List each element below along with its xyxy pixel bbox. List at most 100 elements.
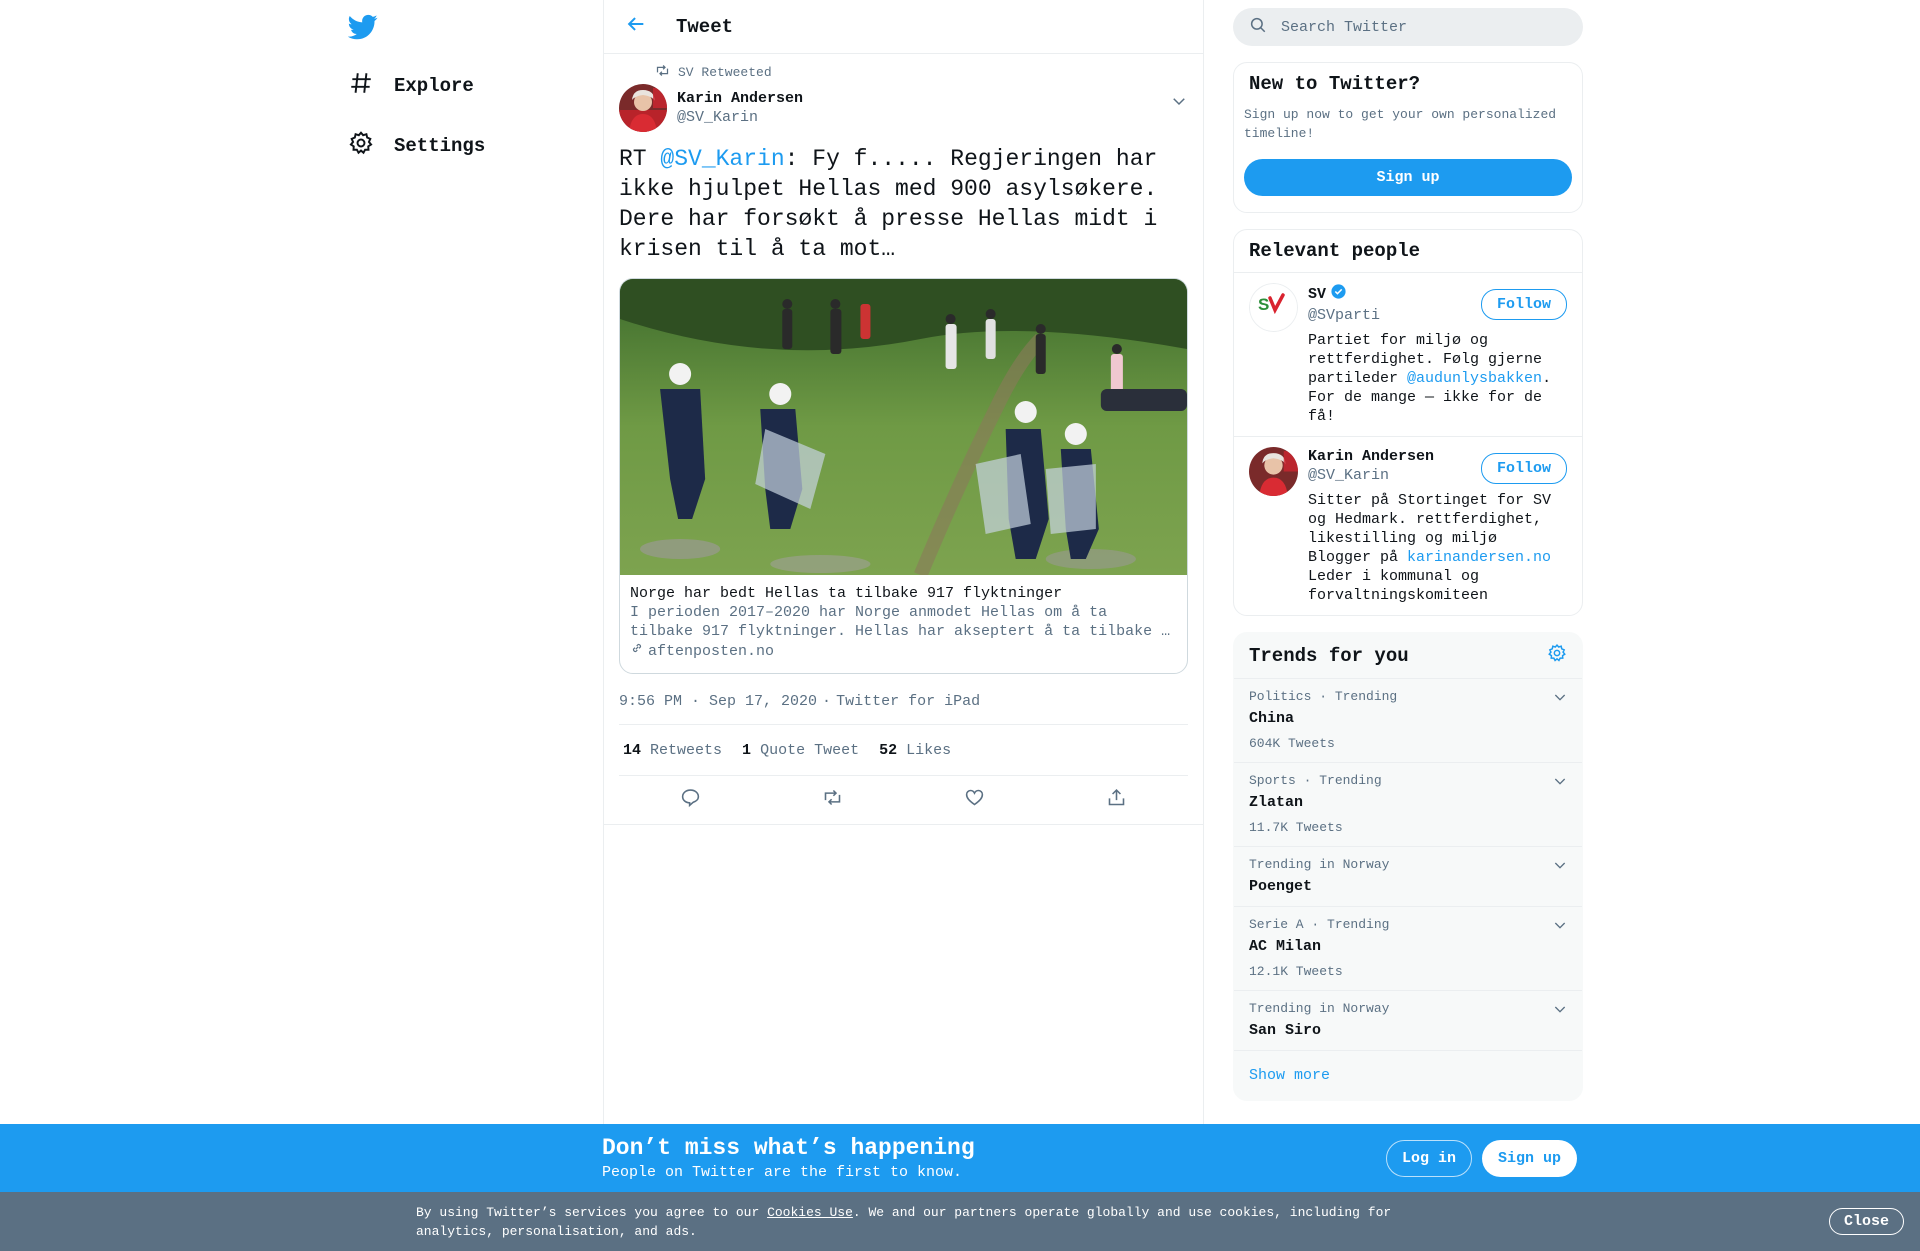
card-domain: aftenposten.no bbox=[648, 642, 775, 660]
chevron-down-icon bbox=[1170, 97, 1188, 115]
cookie-banner: By using Twitter’s services you agree to… bbox=[0, 1192, 1920, 1251]
trend-item[interactable]: Serie A · Trending AC Milan 12.1K Tweets bbox=[1234, 907, 1582, 991]
retweeted-by-label: SV Retweeted bbox=[678, 64, 772, 80]
cookies-use-link[interactable]: Cookies Use bbox=[767, 1205, 853, 1220]
banner-signup-button[interactable]: Sign up bbox=[1482, 1140, 1578, 1177]
retweets-count: 14 bbox=[623, 741, 642, 759]
reply-button[interactable] bbox=[672, 782, 708, 818]
likes-stat[interactable]: 52 Likes bbox=[879, 742, 951, 759]
person-bio: Partiet for miljø og rettferdighet. Følg… bbox=[1308, 331, 1553, 426]
trend-context: Trending in Norway bbox=[1249, 1001, 1390, 1016]
chevron-down-icon[interactable] bbox=[1552, 857, 1568, 878]
trends-title: Trends for you bbox=[1249, 644, 1409, 667]
nav-settings-label: Settings bbox=[394, 135, 486, 157]
reply-icon bbox=[680, 787, 701, 813]
trend-context: Trending in Norway bbox=[1249, 857, 1390, 872]
search-box[interactable] bbox=[1233, 8, 1583, 46]
person-card[interactable]: Karin Andersen @SV_Karin Sitter på Stort… bbox=[1234, 436, 1582, 615]
card-description: I perioden 2017–2020 har Norge anmodet H… bbox=[630, 604, 1171, 640]
tweet-time[interactable]: 9:56 PM · Sep 17, 2020 bbox=[619, 693, 817, 710]
card-image bbox=[620, 279, 1187, 575]
likes-count: 52 bbox=[879, 741, 898, 759]
new-to-twitter-panel: New to Twitter? Sign up now to get your … bbox=[1233, 62, 1583, 213]
trend-count: 604K Tweets bbox=[1249, 736, 1335, 751]
trend-item[interactable]: Politics · Trending China 604K Tweets bbox=[1234, 679, 1582, 763]
trend-item[interactable]: Trending in Norway Poenget bbox=[1234, 847, 1582, 907]
quote-tweets-stat[interactable]: 1 Quote Tweet bbox=[742, 742, 859, 759]
follow-button[interactable]: Follow bbox=[1480, 453, 1567, 484]
tweet-timestamp: 9:56 PM · Sep 17, 2020 · Twitter for iPa… bbox=[619, 688, 1188, 714]
login-button[interactable]: Log in bbox=[1386, 1140, 1473, 1177]
person-card[interactable]: S SV @SVparti Partiet for miljø og rettf… bbox=[1234, 272, 1582, 436]
search-input[interactable] bbox=[1279, 17, 1563, 37]
tweet-mention-link[interactable]: @SV_Karin bbox=[660, 146, 784, 172]
avatar[interactable] bbox=[1249, 447, 1298, 496]
bio-website-link[interactable]: karinandersen.no bbox=[1407, 549, 1551, 566]
relevant-people-title: Relevant people bbox=[1249, 240, 1421, 262]
person-bio-text-end: Leder i kommunal og forvaltningskomiteen bbox=[1308, 568, 1489, 604]
banner-title: Don’t miss what’s happening bbox=[602, 1135, 975, 1161]
chevron-down-icon[interactable] bbox=[1552, 917, 1568, 938]
trend-item[interactable]: Sports · Trending Zlatan 11.7K Tweets bbox=[1234, 763, 1582, 847]
signup-button[interactable]: Sign up bbox=[1244, 159, 1572, 196]
gear-icon bbox=[1547, 643, 1567, 668]
trend-item[interactable]: Trending in Norway San Siro bbox=[1234, 991, 1582, 1051]
share-icon bbox=[1106, 787, 1127, 813]
tweet-source[interactable]: Twitter for iPad bbox=[836, 693, 980, 710]
retweets-stat[interactable]: 14 Retweets bbox=[623, 742, 722, 759]
verified-badge-icon bbox=[1330, 283, 1347, 306]
like-button[interactable] bbox=[957, 782, 993, 818]
quote-tweets-count: 1 bbox=[742, 741, 752, 759]
likes-label: Likes bbox=[906, 741, 952, 759]
trend-context: Serie A · Trending bbox=[1249, 917, 1390, 932]
page-title: Tweet bbox=[676, 15, 734, 38]
bio-mention-link[interactable]: @audunlysbakken bbox=[1407, 370, 1542, 387]
gear-icon bbox=[348, 130, 374, 162]
trend-name: Zlatan bbox=[1249, 794, 1304, 811]
avatar[interactable]: S bbox=[1249, 283, 1298, 332]
author-name[interactable]: Karin Andersen bbox=[677, 89, 803, 108]
sidebar: New to Twitter? Sign up now to get your … bbox=[1233, 0, 1583, 1101]
svg-text:S: S bbox=[1258, 295, 1269, 314]
tweet-stats: 14 Retweets 1 Quote Tweet 52 Likes bbox=[619, 724, 1188, 776]
link-card[interactable]: Norge har bedt Hellas ta tilbake 917 fly… bbox=[619, 278, 1188, 674]
trend-count: 12.1K Tweets bbox=[1249, 964, 1343, 979]
trend-name: San Siro bbox=[1249, 1022, 1322, 1039]
retweet-button[interactable] bbox=[814, 782, 850, 818]
separator: · bbox=[822, 692, 832, 710]
back-button[interactable] bbox=[622, 13, 650, 41]
person-name[interactable]: SV bbox=[1308, 285, 1326, 304]
chevron-down-icon[interactable] bbox=[1552, 689, 1568, 710]
show-more-link[interactable]: Show more bbox=[1234, 1051, 1582, 1100]
twitter-bird-icon[interactable] bbox=[347, 12, 378, 42]
share-button[interactable] bbox=[1099, 782, 1135, 818]
chevron-down-icon[interactable] bbox=[1552, 773, 1568, 794]
tweet-text-prefix: RT bbox=[619, 146, 661, 172]
nav-explore[interactable]: Explore bbox=[348, 70, 474, 102]
follow-button[interactable]: Follow bbox=[1480, 289, 1567, 320]
cookie-text-start: By using Twitter’s services you agree to… bbox=[416, 1205, 768, 1220]
hashtag-icon bbox=[348, 70, 374, 102]
retweet-indicator: SV Retweeted bbox=[655, 64, 1188, 80]
chevron-down-icon[interactable] bbox=[1552, 1001, 1568, 1022]
heart-icon bbox=[964, 787, 985, 813]
arrow-left-icon bbox=[625, 13, 647, 40]
author-avatar[interactable] bbox=[619, 84, 667, 132]
trend-context: Politics · Trending bbox=[1249, 689, 1398, 704]
signup-banner: Don’t miss what’s happening People on Tw… bbox=[0, 1124, 1920, 1192]
tweet-header: Tweet bbox=[604, 0, 1203, 54]
nav-settings[interactable]: Settings bbox=[348, 130, 485, 162]
cookie-text: By using Twitter’s services you agree to… bbox=[416, 1203, 1416, 1241]
trend-name: AC Milan bbox=[1249, 938, 1322, 955]
close-button[interactable]: Close bbox=[1829, 1208, 1905, 1235]
relevant-people-panel: Relevant people S SV @SVparti Partiet fo… bbox=[1233, 229, 1583, 616]
more-options-button[interactable] bbox=[1170, 92, 1188, 115]
quote-tweets-label: Quote Tweet bbox=[760, 741, 860, 759]
retweet-icon bbox=[655, 63, 670, 82]
link-icon bbox=[630, 641, 644, 661]
author-handle[interactable]: @SV_Karin bbox=[677, 108, 803, 127]
retweet-icon bbox=[822, 787, 843, 813]
new-to-twitter-subtitle: Sign up now to get your own personalized… bbox=[1244, 107, 1557, 141]
trends-settings-button[interactable] bbox=[1547, 643, 1567, 668]
nav-explore-label: Explore bbox=[394, 75, 474, 97]
